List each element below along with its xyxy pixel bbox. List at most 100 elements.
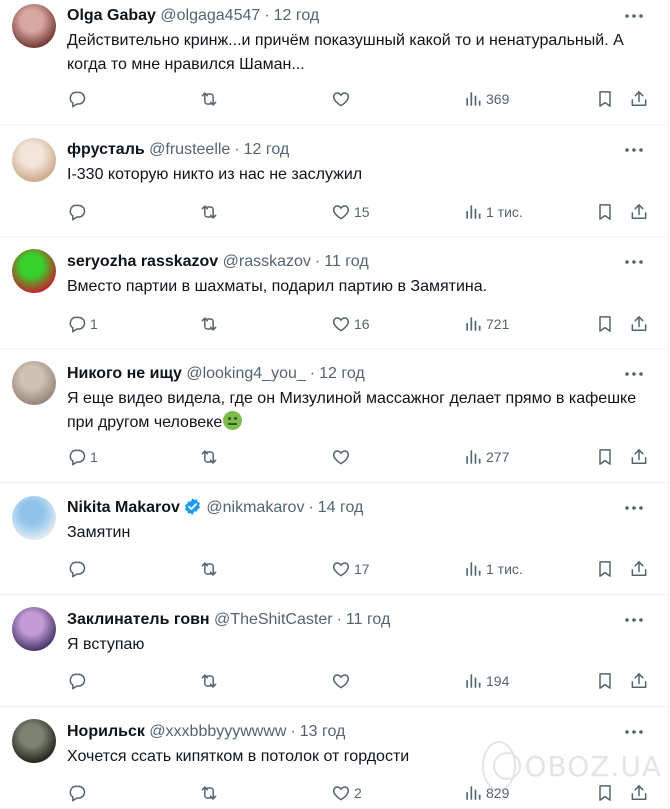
bookmark-button[interactable] [592,557,615,581]
more-dots-icon[interactable] [622,140,646,160]
timestamp[interactable]: 13 год [300,723,346,740]
more-dots-icon[interactable] [622,364,646,384]
retweet-button[interactable] [196,557,222,581]
tweet-text-content: I-330 которую никто из нас не заслужил [67,166,363,183]
nauseated-face-emoji [223,411,243,430]
reply-button[interactable] [64,557,90,581]
avatar[interactable] [12,138,56,182]
tweet[interactable]: Nikita Makarov @nikmakarov · 14 год Замятин… [0,483,668,595]
author-name[interactable]: фрусталь [67,141,145,158]
like-button[interactable]: 2 [328,781,362,805]
bookmark-button[interactable] [592,669,615,693]
author-handle[interactable]: @nikmakarov [206,499,304,516]
author-handle[interactable]: @olgaga4547 [160,7,260,24]
author-name[interactable]: Норильск [67,723,145,740]
timestamp[interactable]: 12 год [244,141,290,158]
reply-button[interactable]: 1 [64,445,98,469]
avatar[interactable] [12,361,56,405]
avatar[interactable] [12,607,56,651]
views-button[interactable]: 277 [460,445,509,469]
share-button[interactable] [626,557,649,581]
share-button[interactable] [626,312,649,336]
share-button[interactable] [626,200,649,224]
heart-icon [331,447,351,467]
share-button[interactable] [626,669,649,693]
more-dots-icon[interactable] [622,498,646,518]
tweet[interactable]: фрусталь @frusteelle · 12 год I-330 которую… [0,125,668,237]
tweet[interactable]: Никого не ищу @looking4_you_ · 12 год Я еще… [0,349,668,483]
bookmark-button[interactable] [592,445,615,469]
tweet-text-content: Замятин [67,524,131,541]
share-button[interactable] [626,87,649,111]
more-dots-icon[interactable] [622,6,646,26]
tweet[interactable]: Заклинатель говн @TheShitCaster · 11 год Я … [0,595,668,707]
separator-dot: · [308,499,314,516]
share-icon [629,314,649,334]
author-name[interactable]: Nikita Makarov [67,499,180,516]
tweet-header: Olga Gabay @olgaga4547 · 12 год [67,5,624,27]
retweet-button[interactable] [196,200,222,224]
share-icon [629,89,649,109]
reply-button[interactable] [64,669,90,693]
author-name[interactable]: Olga Gabay [67,7,156,24]
views-count: 1 тис. [486,204,523,220]
views-button[interactable]: 369 [460,87,509,111]
author-name[interactable]: Заклинатель говн [67,611,210,628]
timestamp[interactable]: 11 год [346,611,390,628]
author-handle[interactable]: @looking4_you_ [186,365,305,382]
retweet-icon [199,559,219,579]
like-button[interactable] [328,669,354,693]
timestamp[interactable]: 11 год [324,253,368,270]
views-button[interactable]: 1 тис. [460,200,523,224]
like-button[interactable]: 15 [328,200,370,224]
retweet-icon [199,89,219,109]
bookmark-button[interactable] [592,87,615,111]
author-name[interactable]: seryozha rasskazov [67,253,218,270]
avatar[interactable] [12,249,56,293]
views-chart-icon [463,314,483,334]
reply-button[interactable] [64,87,90,111]
reply-button[interactable]: 1 [64,312,98,336]
like-button[interactable] [328,445,354,469]
like-button[interactable]: 17 [328,557,370,581]
bookmark-icon [595,89,615,109]
timestamp[interactable]: 12 год [319,365,365,382]
tweet-header: Заклинатель говн @TheShitCaster · 11 год [67,609,624,631]
views-button[interactable]: 721 [460,312,509,336]
avatar[interactable] [12,496,56,540]
like-count: 2 [354,785,362,801]
retweet-button[interactable] [196,445,222,469]
more-dots-icon[interactable] [622,610,646,630]
like-count: 17 [354,561,370,577]
bookmark-button[interactable] [592,312,615,336]
like-button[interactable]: 16 [328,312,370,336]
retweet-button[interactable] [196,781,222,805]
more-dots-icon[interactable] [622,252,646,272]
timestamp[interactable]: 12 год [274,7,320,24]
timestamp[interactable]: 14 год [318,499,364,516]
tweet[interactable]: seryozha rasskazov @rasskazov · 11 год Вмес… [0,237,668,349]
bookmark-icon [595,314,615,334]
reply-button[interactable] [64,200,90,224]
retweet-button[interactable] [196,312,222,336]
share-button[interactable] [626,445,649,469]
bookmark-button[interactable] [592,200,615,224]
views-button[interactable]: 1 тис. [460,557,523,581]
retweet-button[interactable] [196,669,222,693]
tweet-actions: 1 277 [56,445,648,469]
views-button[interactable]: 194 [460,669,509,693]
avatar[interactable] [12,719,56,763]
retweet-icon [199,314,219,334]
share-icon [629,671,649,691]
author-handle[interactable]: @rasskazov [223,253,311,270]
author-handle[interactable]: @TheShitCaster [214,611,333,628]
tweet[interactable]: Olga Gabay @olgaga4547 · 12 год Действитель… [0,0,668,125]
author-name[interactable]: Никого не ищу [67,365,182,382]
author-handle[interactable]: @xxxbbbyyywwww [149,723,286,740]
like-button[interactable] [328,87,354,111]
author-handle[interactable]: @frusteelle [149,141,230,158]
separator-dot: · [309,365,316,382]
avatar[interactable] [12,4,56,48]
reply-button[interactable] [64,781,90,805]
retweet-button[interactable] [196,87,222,111]
